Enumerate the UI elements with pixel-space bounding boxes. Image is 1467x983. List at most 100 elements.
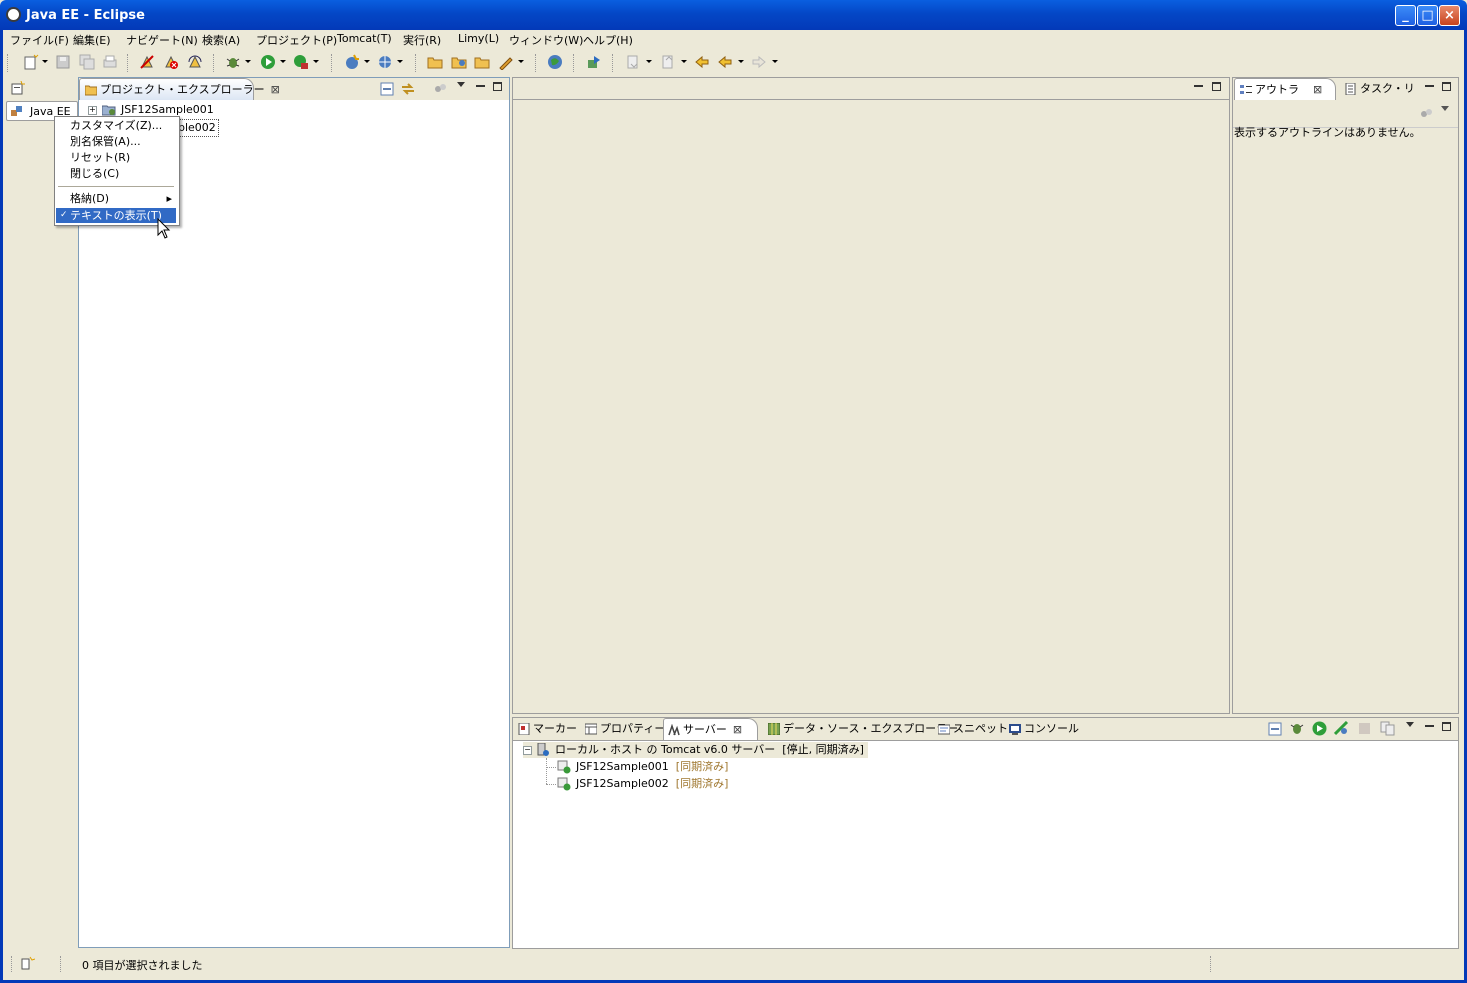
- external-tools-icon[interactable]: [293, 54, 309, 70]
- project-name: JSF12Sample001: [121, 103, 214, 116]
- collapse-icon[interactable]: −: [523, 745, 532, 755]
- open-resource-icon[interactable]: [451, 54, 467, 70]
- menu-window[interactable]: ウィンドウ(W): [509, 32, 583, 48]
- back-icon[interactable]: [717, 54, 733, 70]
- maximize-editor-icon[interactable]: [1212, 82, 1221, 91]
- outline-view-menu-icon[interactable]: [1441, 106, 1449, 111]
- menu-limy[interactable]: Limy(L): [458, 32, 499, 45]
- minimize-outline-icon[interactable]: [1425, 82, 1434, 87]
- menu-run[interactable]: 実行(R): [403, 32, 441, 48]
- tab-outline[interactable]: アウトラ ⊠: [1234, 78, 1336, 100]
- collapse-all-icon[interactable]: [380, 82, 394, 96]
- minimize-view-icon[interactable]: [476, 82, 485, 87]
- save-icon[interactable]: [55, 54, 71, 70]
- tab-servers[interactable]: サーバー ⊠: [663, 718, 758, 740]
- menu-navigate[interactable]: ナビゲート(N): [126, 32, 198, 48]
- menu-tomcat[interactable]: Tomcat(T): [337, 32, 392, 45]
- tab-markers[interactable]: マーカー: [516, 718, 580, 740]
- menu-search[interactable]: 検索(A): [202, 32, 240, 48]
- link-with-editor-icon[interactable]: [401, 82, 415, 96]
- search-pen-icon[interactable]: [498, 54, 514, 70]
- maximize-button[interactable]: □: [1417, 5, 1438, 26]
- debug-icon[interactable]: [225, 54, 241, 70]
- previous-annotation-icon[interactable]: [660, 54, 676, 70]
- title-bar[interactable]: [0, 0, 1467, 30]
- next-annotation-icon[interactable]: [625, 54, 641, 70]
- server-profile-icon[interactable]: [1334, 721, 1349, 736]
- new-server-dropdown-arrow[interactable]: [364, 60, 370, 63]
- tab-console[interactable]: コンソール: [1006, 718, 1079, 740]
- tab-data-source-explorer[interactable]: データ・ソース・エクスプローラー: [765, 718, 958, 740]
- server-module-row[interactable]: JSF12Sample002 [同期済み]: [557, 776, 728, 792]
- tomcat-restart-icon[interactable]: [187, 54, 203, 70]
- tomcat-start-icon[interactable]: [139, 54, 155, 70]
- previous-annotation-dropdown-arrow[interactable]: [681, 60, 687, 63]
- open-perspective-icon[interactable]: [11, 81, 25, 95]
- outline-filter-icon[interactable]: [1419, 107, 1433, 119]
- run-dropdown-arrow[interactable]: [280, 60, 286, 63]
- open-task-icon[interactable]: [474, 54, 490, 70]
- ctx-dock-on[interactable]: 格納(D) ▸: [56, 191, 176, 206]
- status-bar: 0 項目が選択されました: [3, 952, 1464, 978]
- minimize-editor-icon[interactable]: [1194, 82, 1203, 87]
- tomcat-stop-icon[interactable]: [163, 54, 179, 70]
- maximize-servers-icon[interactable]: [1442, 722, 1451, 731]
- server-start-icon[interactable]: [1312, 721, 1327, 736]
- last-edit-icon[interactable]: [694, 54, 710, 70]
- tab-properties[interactable]: プロパティー: [582, 718, 665, 740]
- run-icon[interactable]: [260, 54, 276, 70]
- markers-icon: [518, 723, 530, 735]
- servers-collapse-icon[interactable]: [1268, 722, 1282, 736]
- server-module-row[interactable]: JSF12Sample001 [同期済み]: [557, 759, 728, 775]
- search-dropdown-arrow[interactable]: [518, 60, 524, 63]
- view-menu-icon[interactable]: [457, 82, 465, 87]
- back-dropdown-arrow[interactable]: [738, 60, 744, 63]
- print-icon[interactable]: [102, 54, 118, 70]
- ctx-close[interactable]: 閉じる(C): [56, 166, 176, 181]
- tab-snippets[interactable]: スニペット: [935, 718, 1008, 740]
- menu-help[interactable]: ヘルプ(H): [583, 32, 633, 48]
- maximize-view-icon[interactable]: [493, 82, 502, 91]
- tree-item-project-2[interactable]: ple002: [175, 119, 219, 137]
- forward-icon[interactable]: [751, 54, 767, 70]
- deploy-icon[interactable]: [586, 54, 602, 70]
- close-project-explorer-button[interactable]: ⊠: [271, 83, 280, 96]
- close-servers-button[interactable]: ⊠: [733, 723, 742, 736]
- debug-dropdown-arrow[interactable]: [245, 60, 251, 63]
- server-publish-icon[interactable]: [1380, 721, 1395, 736]
- editor-area: [512, 77, 1230, 714]
- ctx-save-as[interactable]: 別名保管(A)...: [56, 134, 176, 149]
- java-ee-perspective-icon: [11, 106, 22, 116]
- save-all-icon[interactable]: [79, 54, 95, 70]
- minimize-servers-icon[interactable]: [1425, 722, 1434, 727]
- fast-view-icon[interactable]: [21, 956, 35, 970]
- forward-dropdown-arrow[interactable]: [772, 60, 778, 63]
- expand-icon[interactable]: +: [88, 105, 97, 115]
- new-icon[interactable]: [23, 54, 39, 70]
- ctx-reset[interactable]: リセット(R): [56, 150, 176, 165]
- menu-edit[interactable]: 編集(E): [73, 32, 111, 48]
- external-tools-dropdown-arrow[interactable]: [313, 60, 319, 63]
- server-row-tomcat[interactable]: − ローカル・ホスト の Tomcat v6.0 サーバー [停止, 同期済み]: [523, 742, 868, 758]
- open-type-icon[interactable]: [427, 54, 443, 70]
- ctx-customize[interactable]: カスタマイズ(Z)...: [56, 118, 176, 133]
- filter-icon[interactable]: [433, 82, 447, 96]
- server-debug-icon[interactable]: [1290, 721, 1305, 736]
- tab-tasks[interactable]: タスク・リ: [1342, 78, 1415, 100]
- menu-project[interactable]: プロジェクト(P): [256, 32, 337, 48]
- new-web-dropdown-arrow[interactable]: [397, 60, 403, 63]
- close-outline-button[interactable]: ⊠: [1313, 83, 1322, 96]
- close-window-button[interactable]: ×: [1439, 5, 1460, 26]
- maximize-outline-icon[interactable]: [1442, 82, 1451, 91]
- next-annotation-dropdown-arrow[interactable]: [646, 60, 652, 63]
- server-stop-icon[interactable]: [1358, 722, 1371, 735]
- new-dropdown-arrow[interactable]: [42, 60, 48, 63]
- perspective-context-menu: カスタマイズ(Z)... 別名保管(A)... リセット(R) 閉じる(C) 格…: [54, 116, 180, 226]
- new-server-icon[interactable]: [344, 54, 360, 70]
- tab-project-explorer[interactable]: プロジェクト・エクスプローラー ⊠: [79, 78, 280, 100]
- web-browser-icon[interactable]: [547, 54, 563, 70]
- menu-file[interactable]: ファイル(F): [10, 32, 69, 48]
- servers-view-menu-icon[interactable]: [1406, 722, 1414, 727]
- minimize-button[interactable]: _: [1395, 5, 1416, 26]
- new-web-icon[interactable]: [377, 54, 393, 70]
